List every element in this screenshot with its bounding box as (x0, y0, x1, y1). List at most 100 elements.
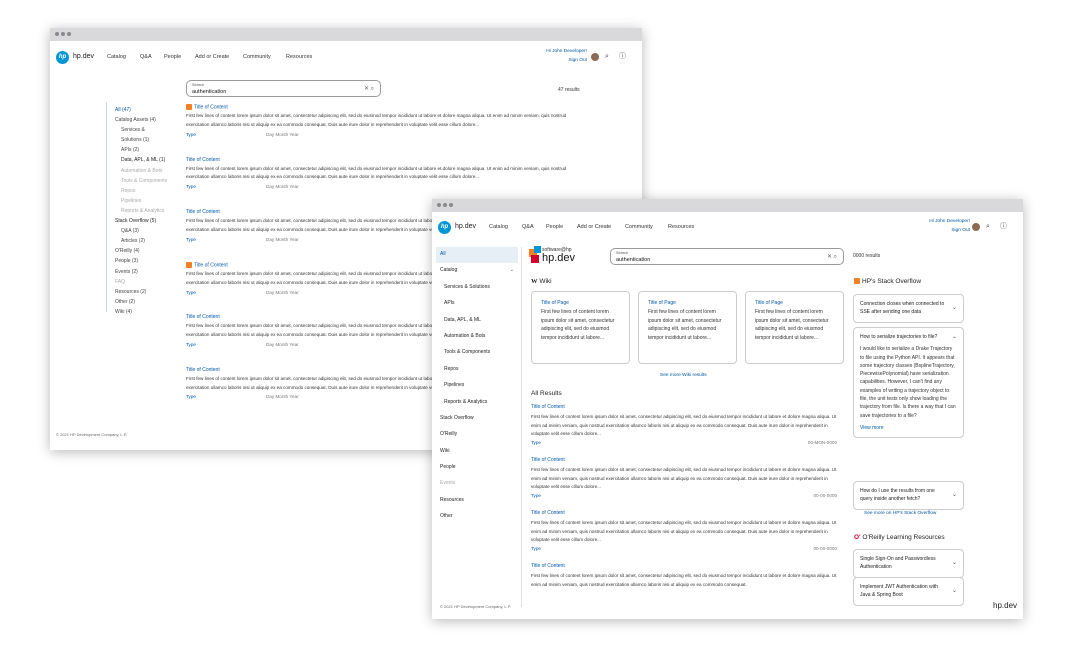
nav-community[interactable]: Community (625, 224, 653, 230)
chevron-down-icon[interactable]: ⌄ (510, 263, 514, 277)
so-question-item[interactable]: Connection closes when connected to SSE … (853, 294, 964, 323)
view-more-link[interactable]: View more (860, 424, 957, 432)
sidebar-filter-item[interactable]: APIs (436, 296, 518, 312)
so-question-title[interactable]: Connection closes when connected to SSE … (860, 300, 957, 317)
avatar[interactable] (972, 223, 980, 231)
sidebar-filter-item[interactable]: Pipelines (436, 378, 518, 394)
chevron-down-icon[interactable]: ⌄ (952, 587, 957, 595)
result-type[interactable]: Type (186, 342, 196, 347)
brand-name[interactable]: hp.dev (455, 223, 476, 230)
sidebar-filter-item[interactable]: Articles (2) (115, 236, 183, 246)
sidebar-filter-item[interactable]: Stack Overflow (436, 411, 518, 427)
sidebar-filter-item[interactable]: People (3) (115, 256, 183, 266)
result-title[interactable]: Title of Content (531, 510, 837, 516)
result-type[interactable]: Type (186, 132, 196, 137)
oreilly-item-title[interactable]: Implement JWT Authentication with Java &… (860, 583, 957, 600)
wiki-card[interactable]: Title of Page First few lines of content … (745, 291, 844, 364)
software-hp-logo[interactable]: software@hp hp.dev (529, 246, 589, 268)
search-input[interactable]: Search authentication ✕ ⌕ (186, 80, 381, 97)
sign-out-link[interactable]: Sign Out (951, 228, 970, 233)
chevron-up-icon[interactable]: ⌃ (952, 336, 957, 344)
result-title[interactable]: Title of Content (186, 104, 586, 110)
sidebar-filter-item[interactable]: All (47) (115, 105, 183, 115)
sidebar-filter-item[interactable]: Resources (436, 493, 518, 509)
so-question-item[interactable]: How to serialize trajectories to file? ⌃ I… (853, 327, 964, 439)
result-title[interactable]: Title of Content (531, 563, 837, 569)
result-type[interactable]: Type (531, 546, 541, 551)
sidebar-filter-item[interactable]: Resources (2) (115, 287, 183, 297)
nav-people[interactable]: People (164, 54, 181, 60)
sidebar-filter-item[interactable]: Other (2) (115, 297, 183, 307)
result-title[interactable]: Title of Content (186, 157, 586, 163)
sidebar-filter-item[interactable]: Wiki (4) (115, 307, 183, 317)
oreilly-item-title[interactable]: Single Sign-On and Passwordless Authenti… (860, 555, 957, 572)
so-question-item[interactable]: How do I use the results from one query … (853, 481, 964, 510)
help-icon[interactable]: ⓘ (1000, 223, 1007, 231)
result-type[interactable]: Type (186, 184, 196, 189)
window-dot[interactable] (61, 32, 65, 36)
avatar[interactable] (591, 53, 599, 61)
search-icon[interactable]: ⌕ (605, 53, 609, 61)
window-dot[interactable] (449, 203, 453, 207)
footer-brand[interactable]: hp.dev (993, 601, 1017, 610)
sidebar-filter-item[interactable]: Tools & Components (115, 176, 183, 186)
search-icon[interactable]: ⌕ (986, 223, 990, 231)
result-title[interactable]: Title of Content (531, 457, 837, 463)
nav-community[interactable]: Community (243, 54, 271, 60)
so-question-title[interactable]: How to serialize trajectories to file? (860, 333, 957, 341)
see-more-wiki-link[interactable]: See more Wiki results (660, 373, 707, 378)
hp-logo[interactable]: hp (56, 51, 69, 64)
result-title-text[interactable]: Title of Content (186, 367, 220, 373)
help-icon[interactable]: ⓘ (619, 53, 626, 61)
sidebar-filter-item[interactable]: APIs (2) (115, 145, 183, 155)
chevron-down-icon[interactable]: ⌄ (952, 491, 957, 499)
result-type[interactable]: Type (531, 440, 541, 445)
nav-catalog[interactable]: Catalog (107, 54, 126, 60)
sidebar-filter-item[interactable]: Events (2) (115, 267, 183, 277)
nav-people[interactable]: People (546, 224, 563, 230)
window-dot[interactable] (437, 203, 441, 207)
result-title-text[interactable]: Title of Content (186, 209, 220, 215)
nav-qa[interactable]: Q&A (522, 224, 534, 230)
sidebar-filter-item[interactable]: Repos (436, 362, 518, 378)
sidebar-filter-item[interactable]: People (436, 460, 518, 476)
sidebar-filter-item[interactable]: Reports & Analytics (436, 395, 518, 411)
wiki-card-title[interactable]: Title of Page (541, 300, 620, 306)
wiki-card[interactable]: Title of Page First few lines of content … (531, 291, 630, 364)
oreilly-item[interactable]: Implement JWT Authentication with Java &… (853, 577, 964, 606)
sidebar-filter-item[interactable]: All (436, 247, 518, 264)
nav-resources[interactable]: Resources (668, 224, 694, 230)
user-greeting[interactable]: Hi John Developer! (546, 49, 587, 54)
chevron-down-icon[interactable]: ⌄ (952, 304, 957, 312)
sidebar-filter-item[interactable]: Events (436, 476, 518, 492)
so-question-title[interactable]: How do I use the results from one query … (860, 487, 957, 504)
sidebar-filter-item[interactable]: Services & Solutions (1) (115, 125, 163, 145)
search-input[interactable]: Search authentication ✕ ⌕ (610, 248, 844, 265)
user-greeting[interactable]: Hi John Developer! (929, 219, 970, 224)
result-type[interactable]: Type (186, 237, 196, 242)
window-dot[interactable] (55, 32, 59, 36)
sidebar-filter-item[interactable]: Q&A (3) (115, 226, 183, 236)
sidebar-filter-item[interactable]: Other (436, 509, 518, 525)
search-value[interactable]: authentication (616, 257, 650, 263)
nav-resources[interactable]: Resources (286, 54, 312, 60)
result-title-text[interactable]: Title of Content (186, 157, 220, 163)
sidebar-filter-item[interactable]: Automation & Bots (115, 166, 183, 176)
sidebar-filter-item[interactable]: Services & Solutions (436, 280, 518, 296)
sidebar-filter-item[interactable]: Tools & Components (436, 345, 518, 361)
result-type[interactable]: Type (531, 493, 541, 498)
nav-qa[interactable]: Q&A (140, 54, 152, 60)
sidebar-filter-item[interactable]: Automation & Bots (436, 329, 518, 345)
result-title-text[interactable]: Title of Content (194, 104, 228, 110)
nav-add-or-create[interactable]: Add or Create (577, 224, 611, 230)
search-value[interactable]: authentication (192, 89, 226, 95)
clear-icon[interactable]: ✕ ⌕ (364, 85, 374, 93)
oreilly-item[interactable]: Single Sign-On and Passwordless Authenti… (853, 549, 964, 578)
sidebar-filter-item[interactable]: O'Reilly (4) (115, 246, 183, 256)
sidebar-filter-item[interactable]: Catalog Assets (4) (115, 115, 183, 125)
nav-catalog[interactable]: Catalog (489, 224, 508, 230)
result-type[interactable]: Type (186, 290, 196, 295)
sign-out-link[interactable]: Sign Out (568, 58, 587, 63)
result-title-text[interactable]: Title of Content (186, 314, 220, 320)
see-more-so-link[interactable]: See more on HP's Stack Overflow (864, 511, 936, 516)
